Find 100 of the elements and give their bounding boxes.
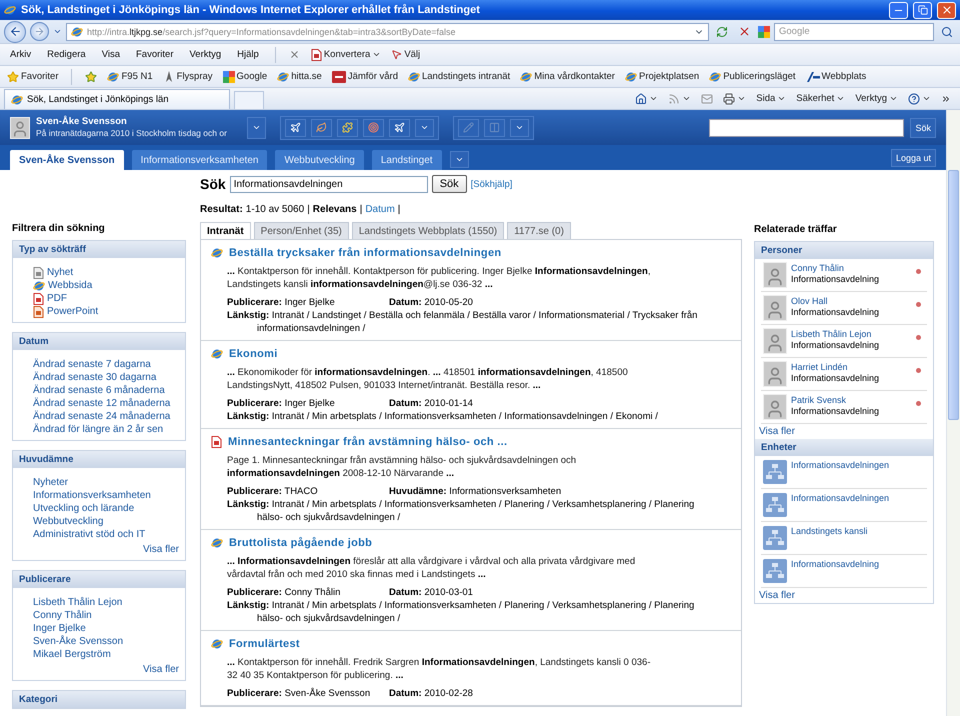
filter-link[interactable]: Ändrad senaste 7 dagarna xyxy=(33,358,151,371)
favorite-link[interactable]: Projektplatsen xyxy=(622,68,702,86)
tool-button[interactable] xyxy=(311,118,332,136)
tool-button[interactable] xyxy=(363,118,384,136)
person-name-link[interactable]: Conny Thålin xyxy=(791,263,912,274)
filter-link[interactable]: Conny Thålin xyxy=(33,609,92,622)
search-button[interactable]: Sök xyxy=(432,175,467,193)
star-icon xyxy=(85,70,98,82)
avatar-placeholder xyxy=(763,262,787,288)
result-tab[interactable]: 1177.se (0) xyxy=(507,222,571,239)
browser-tab[interactable]: Sök, Landstinget i Jönköpings län xyxy=(4,89,230,109)
show-more-link[interactable]: Visa fler xyxy=(143,543,179,556)
result-title-link[interactable]: Bruttolista pågående jobb xyxy=(229,537,372,549)
unit-name-link[interactable]: Informationsavdelningen xyxy=(791,493,925,504)
scrollbar-thumb[interactable] xyxy=(948,170,959,420)
sort-option[interactable]: Datum xyxy=(365,204,395,215)
filter-link[interactable]: Nyheter xyxy=(33,476,68,489)
menu-item[interactable]: Hjälp xyxy=(231,46,265,64)
filter-panel-header: Datum xyxy=(13,333,185,350)
tool-button[interactable] xyxy=(337,118,358,136)
show-more-link[interactable]: Visa fler xyxy=(755,424,933,439)
unit-name-link[interactable]: Informationsavdelningen xyxy=(791,460,925,471)
search-field[interactable]: Informationsavdelningen xyxy=(230,176,428,192)
menu-item[interactable]: Arkiv xyxy=(4,46,38,64)
separator: | xyxy=(360,204,362,215)
forward-button[interactable] xyxy=(30,22,49,41)
filter-link[interactable]: Ändrad senaste 24 månaderna xyxy=(33,410,170,423)
target-icon xyxy=(368,122,379,133)
header-search-field[interactable] xyxy=(709,118,904,136)
filter-link[interactable]: Lisbeth Thålin Lejon xyxy=(33,596,122,609)
favorite-link[interactable]: Flyspray xyxy=(160,68,216,86)
filter-link[interactable]: Mikael Bergström xyxy=(33,648,111,661)
menu-item[interactable]: Redigera xyxy=(41,46,92,64)
filter-link[interactable]: Nyhet xyxy=(33,266,74,279)
filter-link[interactable]: Webbsida xyxy=(33,279,92,292)
favorite-link[interactable]: Publiceringsläget xyxy=(706,68,799,86)
result-title-link[interactable]: Formulärtest xyxy=(229,638,300,650)
header-search-button[interactable]: Sök xyxy=(910,118,936,138)
favorite-link[interactable]: Jämför vård xyxy=(328,68,401,86)
filter-link[interactable]: Utveckling och lärande xyxy=(33,502,134,515)
pdf-icon xyxy=(211,436,222,448)
nav-tab[interactable]: Informationsverksamheten xyxy=(132,150,268,170)
result-tab[interactable]: Person/Enhet (35) xyxy=(254,222,349,239)
favorite-link[interactable]: Mina vårdkontakter xyxy=(517,68,618,86)
show-more-link[interactable]: Visa fler xyxy=(755,588,933,603)
unit-name-link[interactable]: Landstingets kansli xyxy=(791,526,925,537)
tab-title: Sök, Landstinget i Jönköpings län xyxy=(27,94,169,105)
filter-link[interactable]: Webbutveckling xyxy=(33,515,104,528)
favorite-link[interactable]: Landstingets intranät xyxy=(404,68,514,86)
caret-icon xyxy=(252,123,261,132)
minimize-button[interactable] xyxy=(889,2,908,18)
tool-button[interactable] xyxy=(285,118,306,136)
close-button[interactable] xyxy=(937,2,956,18)
filter-link[interactable]: Ändrad senaste 12 månaderna xyxy=(33,397,170,410)
nav-tab[interactable]: Sven-Åke Svensson xyxy=(10,150,124,170)
nav-tab[interactable]: Webbutveckling xyxy=(275,150,364,170)
filter-link[interactable]: Sven-Åke Svensson xyxy=(33,635,124,648)
filter-link[interactable]: PowerPoint xyxy=(33,305,98,318)
favorite-link[interactable]: hitta.se xyxy=(274,68,325,86)
restore-button[interactable] xyxy=(913,2,932,18)
result-tab[interactable]: Intranät xyxy=(200,222,251,239)
toolbar-button[interactable]: Konvertera xyxy=(308,46,384,64)
menu-item[interactable]: Visa xyxy=(96,46,126,64)
show-more-link[interactable]: Visa fler xyxy=(143,663,179,676)
favorite-link[interactable]: Webbplats xyxy=(802,68,870,86)
favorite-link[interactable]: Google xyxy=(220,68,270,86)
web-search-field[interactable]: Google xyxy=(774,22,934,40)
filter-link[interactable]: PDF xyxy=(33,292,67,305)
command-menu[interactable]: Säkerhet xyxy=(793,90,848,108)
filter-link[interactable]: Administrativt stöd och IT xyxy=(33,528,146,541)
sort-option[interactable]: Relevans xyxy=(312,204,357,215)
person-name-link[interactable]: Lisbeth Thålin Lejon xyxy=(791,329,912,340)
filter-link[interactable]: Ändrad för längre än 2 år sen xyxy=(33,423,164,436)
filter-link[interactable]: Informationsverksamheten xyxy=(33,489,151,502)
favorite-link[interactable]: F95 N1 xyxy=(104,68,156,86)
unit-name-link[interactable]: Informationsavdelning xyxy=(791,559,925,570)
result-title-link[interactable]: Beställa trycksaker från informationsavdelningen xyxy=(229,247,502,259)
result-tab[interactable]: Landstingets Webbplats (1550) xyxy=(352,222,504,239)
menu-item[interactable]: Verktyg xyxy=(183,46,228,64)
address-field[interactable]: http://intra.ltjkpg.se/search.jsf?query=Informationsavdelningen&tab=intra3&sortByDate=false xyxy=(66,22,709,40)
filter-link[interactable]: Ändrad senaste 6 månaderna xyxy=(33,384,165,397)
command-menu[interactable]: Verktyg xyxy=(852,90,901,108)
result-title-link[interactable]: Minnesanteckningar från avstämning hälso- och ... xyxy=(228,436,508,448)
back-button[interactable] xyxy=(4,20,26,42)
tool-button[interactable] xyxy=(389,118,410,136)
command-menu[interactable]: Sida xyxy=(753,90,790,108)
toolbar-button[interactable]: Välj xyxy=(388,46,424,64)
person-name-link[interactable]: Harriet Lindén xyxy=(791,362,912,373)
more-tabs-button[interactable] xyxy=(450,151,469,168)
filter-link[interactable]: Ändrad senaste 30 dagarna xyxy=(33,371,156,384)
logout-button[interactable]: Logga ut xyxy=(890,149,936,167)
favorites-button[interactable]: Favoriter xyxy=(4,68,62,86)
nav-tab[interactable]: Landstinget xyxy=(372,150,442,170)
person-name-link[interactable]: Olov Hall xyxy=(791,296,912,307)
search-help-link[interactable]: [Sökhjälp] xyxy=(470,178,512,190)
result-title-link[interactable]: Ekonomi xyxy=(229,348,278,360)
puzzle-icon xyxy=(342,122,353,133)
person-name-link[interactable]: Patrik Svensk xyxy=(791,395,912,406)
filter-link[interactable]: Inger Bjelke xyxy=(33,622,86,635)
menu-item[interactable]: Favoriter xyxy=(130,46,180,64)
